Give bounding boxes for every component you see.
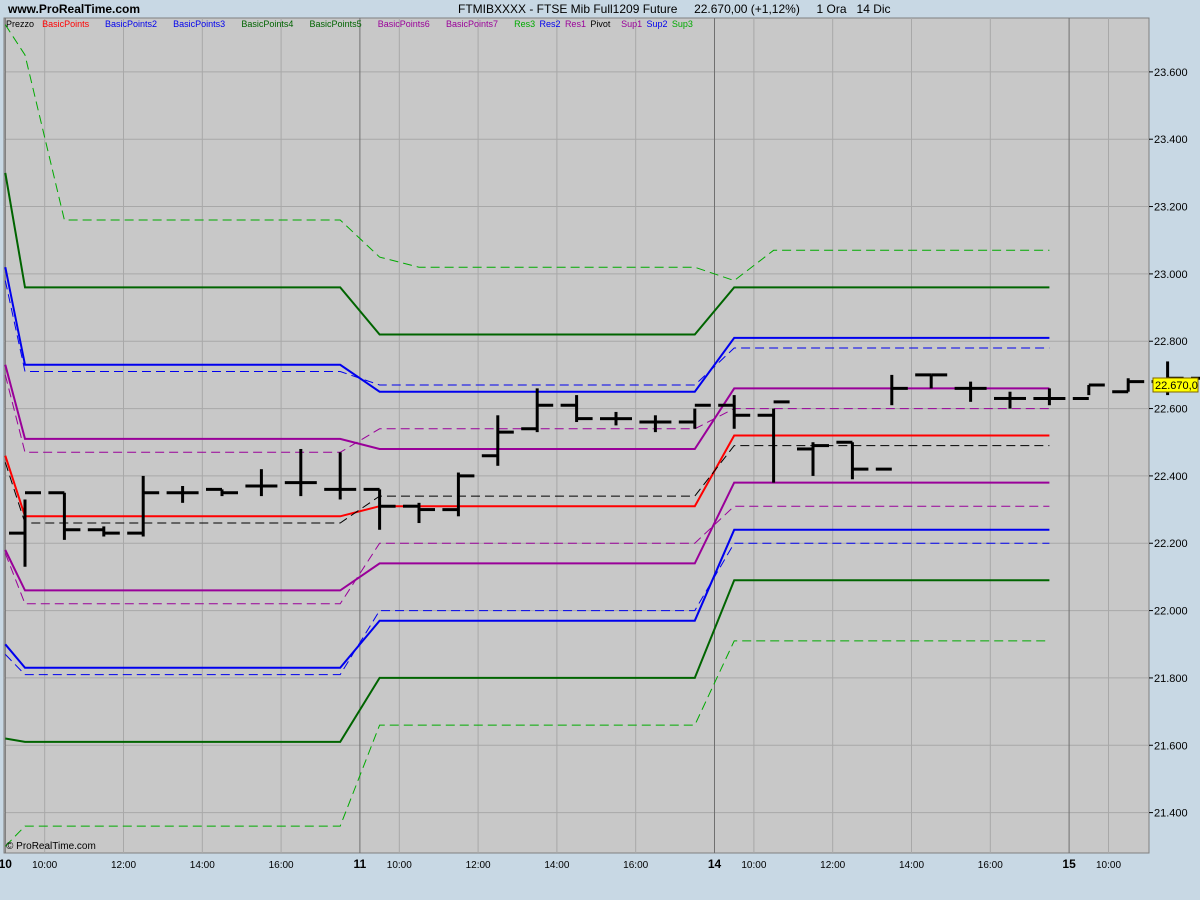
- x-tick-label: 12:00: [111, 860, 136, 871]
- legend-item: Sup1: [621, 19, 642, 29]
- legend-item: Pivot: [590, 19, 611, 29]
- legend-item: BasicPoints: [42, 19, 90, 29]
- legend-item: BasicPoints5: [310, 19, 362, 29]
- legend-item: Res1: [565, 19, 586, 29]
- legend-item: Sup2: [647, 19, 668, 29]
- x-tick-label: 14:00: [190, 860, 215, 871]
- legend-item: BasicPoints2: [105, 19, 157, 29]
- y-axis: 21.400 21.600 21.800 22.000 22.200 22.400 22.6…: [1149, 67, 1188, 820]
- x-tick-label: 11: [354, 857, 367, 871]
- y-tick-label: 22.400: [1154, 471, 1188, 483]
- x-axis: 10 10:00 12:00 14:00 16:00 11 10:00 12:00 14:00 1…: [0, 857, 1121, 871]
- x-tick-label: 10:00: [32, 860, 57, 871]
- legend-item: Res3: [514, 19, 535, 29]
- y-tick-label: 23.200: [1154, 202, 1188, 214]
- x-tick-label: 10:00: [387, 860, 412, 871]
- x-tick-label: 16:00: [978, 860, 1003, 871]
- y-tick-label: 23.000: [1154, 269, 1188, 281]
- legend-item: Sup3: [672, 19, 693, 29]
- legend: Prezzo BasicPoints BasicPoints2 BasicPoints…: [6, 19, 693, 29]
- y-tick-label: 21.800: [1154, 673, 1188, 685]
- legend-item: BasicPoints6: [378, 19, 430, 29]
- y-tick-label: 22.000: [1154, 606, 1188, 618]
- y-tick-label: 22.200: [1154, 538, 1188, 550]
- y-tick-label: 23.400: [1154, 134, 1188, 146]
- x-tick-label: 10:00: [1096, 860, 1121, 871]
- x-tick-label: 14:00: [544, 860, 569, 871]
- price-tag: 22.670,0: [1152, 377, 1199, 393]
- y-tick-label: 22.600: [1154, 404, 1188, 416]
- legend-item: Prezzo: [6, 19, 34, 29]
- legend-item: BasicPoints3: [173, 19, 225, 29]
- price-chart[interactable]: 21.400 21.600 21.800 22.000 22.200 22.400 22.6…: [0, 0, 1200, 900]
- y-tick-label: 22.800: [1154, 336, 1188, 348]
- x-tick-label: 16:00: [623, 860, 648, 871]
- x-tick-label: 12:00: [466, 860, 491, 871]
- x-tick-label: 14:00: [899, 860, 924, 871]
- y-tick-label: 21.600: [1154, 740, 1188, 752]
- x-tick-label: 16:00: [269, 860, 294, 871]
- price-tag-label: 22.670,0: [1155, 380, 1198, 392]
- x-tick-label: 10:00: [741, 860, 766, 871]
- y-tick-label: 21.400: [1154, 808, 1188, 820]
- x-tick-label: 10: [0, 857, 12, 871]
- y-tick-label: 23.600: [1154, 67, 1188, 79]
- legend-item: Res2: [540, 19, 561, 29]
- legend-item: BasicPoints4: [241, 19, 293, 29]
- copyright: © ProRealTime.com: [6, 841, 96, 852]
- legend-item: BasicPoints7: [446, 19, 498, 29]
- x-tick-label: 15: [1062, 857, 1076, 871]
- x-tick-label: 14: [708, 857, 722, 871]
- x-tick-label: 12:00: [820, 860, 845, 871]
